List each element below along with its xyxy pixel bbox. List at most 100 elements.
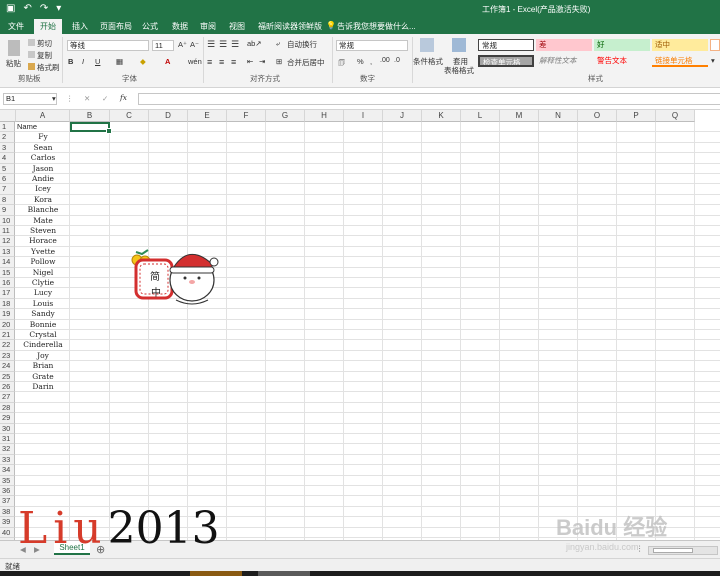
- formula-input[interactable]: [138, 93, 720, 105]
- selected-cell-b1[interactable]: [70, 122, 112, 135]
- cancel-icon[interactable]: ✕: [84, 94, 90, 103]
- font-name-select[interactable]: 等线: [67, 40, 149, 51]
- increase-indent-icon[interactable]: ⇥: [259, 57, 265, 66]
- column-header-g[interactable]: G: [266, 110, 305, 122]
- redo-icon[interactable]: ↷: [40, 3, 48, 14]
- tab-file[interactable]: 文件: [8, 21, 24, 32]
- name-box-dropdown-icon[interactable]: ▾: [52, 94, 56, 103]
- row-header[interactable]: 22: [0, 340, 15, 351]
- insert-function-icon[interactable]: fx: [120, 93, 127, 102]
- decrease-decimal-icon[interactable]: .0: [394, 57, 400, 64]
- column-header-h[interactable]: H: [305, 110, 344, 122]
- number-format-select[interactable]: 常规: [336, 40, 408, 51]
- row-header[interactable]: 15: [0, 267, 15, 278]
- style-explanatory[interactable]: 解释性文本: [536, 55, 592, 67]
- name-cell[interactable]: Clytie: [16, 278, 70, 288]
- row-header[interactable]: 40: [0, 527, 15, 538]
- row-header[interactable]: 25: [0, 371, 15, 382]
- row-header[interactable]: 2: [0, 132, 15, 143]
- name-cell[interactable]: Kora: [16, 195, 70, 205]
- row-header[interactable]: 5: [0, 163, 15, 174]
- row-header[interactable]: 1: [0, 122, 15, 133]
- fill-color-icon[interactable]: ◆: [140, 57, 146, 66]
- row-header[interactable]: 19: [0, 309, 15, 320]
- style-neutral[interactable]: 适中: [652, 39, 708, 51]
- merge-center-button[interactable]: 合并后居中: [287, 57, 325, 68]
- name-cell[interactable]: Lucy: [16, 288, 70, 298]
- align-middle-icon[interactable]: ☰: [219, 39, 227, 50]
- copy-button[interactable]: 复制: [37, 50, 52, 61]
- enter-icon[interactable]: ✓: [102, 94, 108, 103]
- row-header[interactable]: 38: [0, 506, 15, 518]
- grow-font-icon[interactable]: A⁺: [178, 40, 187, 49]
- style-bad[interactable]: 差: [536, 39, 592, 51]
- name-cell[interactable]: Grate: [16, 372, 70, 382]
- header-cell-name[interactable]: Name: [16, 122, 70, 132]
- row-header[interactable]: 4: [0, 153, 15, 164]
- borders-icon[interactable]: ▦: [116, 57, 123, 66]
- undo-icon[interactable]: ↶: [23, 3, 31, 14]
- row-header[interactable]: 32: [0, 444, 15, 455]
- name-cell[interactable]: Mate: [16, 216, 70, 226]
- format-painter-button[interactable]: 格式刷: [37, 62, 60, 73]
- column-header-p[interactable]: P: [617, 110, 656, 122]
- increase-decimal-icon[interactable]: .00: [380, 57, 390, 64]
- italic-button[interactable]: I: [82, 57, 84, 66]
- name-cell[interactable]: Sandy: [16, 309, 70, 319]
- row-header[interactable]: 29: [0, 413, 15, 424]
- column-header-a[interactable]: A: [16, 110, 70, 122]
- tab-page-layout[interactable]: 页面布局: [100, 21, 132, 32]
- worksheet-grid[interactable]: ABCDEFGHIJKLMNOPQ 1 2 3 4 5 6 7 8 9 10 11 12 13 14 15 1…: [0, 110, 720, 540]
- name-cell[interactable]: Louis: [16, 299, 70, 309]
- name-cell[interactable]: Andie: [16, 174, 70, 184]
- align-left-icon[interactable]: ≡: [207, 57, 212, 67]
- font-color-icon[interactable]: A: [165, 57, 170, 66]
- name-cell[interactable]: Nigel: [16, 268, 70, 278]
- conditional-format-button[interactable]: 条件格式: [413, 56, 443, 67]
- row-header[interactable]: 17: [0, 288, 15, 299]
- taskbar-app-icon[interactable]: [258, 571, 310, 576]
- row-header[interactable]: 10: [0, 215, 15, 226]
- row-header[interactable]: 37: [0, 496, 15, 507]
- font-size-select[interactable]: 11: [152, 40, 174, 51]
- name-cell[interactable]: Cinderella: [16, 340, 70, 350]
- tell-me-box[interactable]: 告诉我您想要做什么...: [337, 21, 416, 32]
- row-header[interactable]: 11: [0, 226, 15, 237]
- column-header-k[interactable]: K: [422, 110, 461, 122]
- santa-sticker-image[interactable]: 简 中: [128, 240, 220, 306]
- comma-icon[interactable]: ,: [370, 57, 372, 66]
- row-header[interactable]: 12: [0, 236, 15, 247]
- tab-formulas[interactable]: 公式: [142, 21, 158, 32]
- column-header-d[interactable]: D: [149, 110, 188, 122]
- row-header[interactable]: 28: [0, 402, 15, 414]
- row-header[interactable]: 23: [0, 350, 15, 362]
- underline-button[interactable]: U: [95, 57, 100, 66]
- name-cell[interactable]: Yvette: [16, 247, 70, 257]
- name-cell[interactable]: Fy: [16, 132, 70, 142]
- row-header[interactable]: 36: [0, 486, 15, 497]
- style-more-partial[interactable]: [710, 39, 720, 51]
- row-header[interactable]: 31: [0, 434, 15, 445]
- tab-data[interactable]: 数据: [172, 21, 188, 32]
- tab-review[interactable]: 审阅: [200, 21, 216, 32]
- align-top-icon[interactable]: ☰: [207, 39, 215, 50]
- tab-foxit[interactable]: 福昕阅读器领鲜版: [258, 21, 322, 32]
- style-normal[interactable]: 常规: [478, 39, 534, 51]
- name-cell[interactable]: Bonnie: [16, 320, 70, 330]
- currency-icon[interactable]: 🗊: [338, 57, 345, 70]
- percent-icon[interactable]: %: [357, 57, 364, 66]
- decrease-indent-icon[interactable]: ⇤: [247, 57, 253, 66]
- column-header-o[interactable]: O: [578, 110, 617, 122]
- tab-insert[interactable]: 插入: [72, 21, 88, 32]
- tab-home[interactable]: 开始: [34, 19, 62, 34]
- column-header-i[interactable]: I: [344, 110, 383, 122]
- name-cell[interactable]: Horace: [16, 236, 70, 246]
- row-header[interactable]: 34: [0, 465, 15, 476]
- row-header[interactable]: 35: [0, 475, 15, 486]
- row-header[interactable]: 3: [0, 142, 15, 154]
- align-right-icon[interactable]: ≡: [231, 57, 236, 67]
- name-cell[interactable]: Brian: [16, 361, 70, 371]
- cut-button[interactable]: 剪切: [37, 38, 52, 49]
- name-box[interactable]: B1: [3, 93, 57, 105]
- row-header[interactable]: 33: [0, 454, 15, 466]
